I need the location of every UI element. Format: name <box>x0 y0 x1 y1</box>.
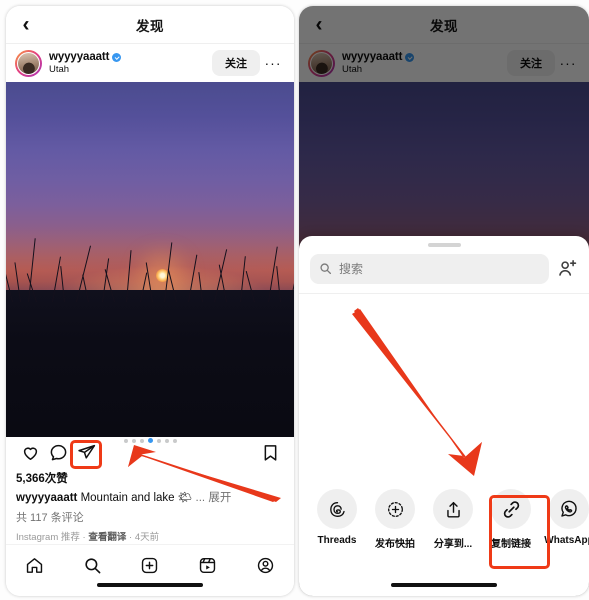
grass-blade <box>167 268 177 302</box>
comment-count-link[interactable]: 共 117 条评论 <box>16 509 284 525</box>
grass-blade <box>6 251 13 302</box>
left-tab-bar <box>6 544 294 596</box>
grass-blade <box>104 269 115 302</box>
link-chain-icon <box>491 489 531 529</box>
tab-create[interactable] <box>133 552 167 578</box>
post-photo[interactable] <box>6 82 294 437</box>
carousel-dot <box>172 438 177 443</box>
grass-blade <box>290 258 294 302</box>
share-story[interactable]: 发布快拍 <box>366 489 424 550</box>
whatsapp-icon <box>549 489 589 529</box>
share-threads[interactable]: Threads <box>308 489 366 546</box>
share-sheet: 搜索 Threads 发布快拍 分享到... 复制链接 WhatsApp <box>299 236 589 596</box>
post-action-row <box>6 437 294 467</box>
tab-profile[interactable] <box>248 552 282 578</box>
tab-search[interactable] <box>75 552 109 578</box>
search-icon <box>320 263 332 275</box>
grass-blade <box>60 266 65 302</box>
post-caption-block: 5,366次赞 wyyyyaaatt Mountain and lake 🌤 .… <box>6 467 294 543</box>
like-count[interactable]: 5,366次赞 <box>16 470 284 486</box>
post-username[interactable]: wyyyyaaatt <box>49 51 109 63</box>
post-location[interactable]: Utah <box>49 64 212 75</box>
caption-text: Mountain and lake 🌤 <box>77 492 196 504</box>
grass-blade <box>218 264 227 302</box>
see-translation-link[interactable]: 查看翻译 <box>88 532 126 543</box>
share-up-icon <box>433 489 473 529</box>
share-to[interactable]: 分享到... <box>424 489 482 550</box>
follow-button[interactable]: 关注 <box>212 50 260 76</box>
sheet-divider <box>299 292 589 294</box>
grass-blade <box>82 274 89 302</box>
grass-blade <box>145 262 153 302</box>
home-indicator-3 <box>391 583 497 587</box>
screenshot-root: ‹ 发现 wyyyyaaatt Utah 关注 ··· 5,366次赞 wyyy… <box>0 0 589 600</box>
grass-blade <box>140 272 148 302</box>
avatar[interactable] <box>15 49 42 77</box>
share-copy-link[interactable]: 复制链接 <box>482 489 540 550</box>
post-source: Instagram 推荐 <box>16 532 80 543</box>
photo-grass-silhouette <box>6 202 294 302</box>
carousel-dot <box>123 438 128 443</box>
grass-blade <box>126 250 132 302</box>
threads-icon <box>317 489 357 529</box>
grass-blade <box>198 272 203 302</box>
tab-reels[interactable] <box>191 552 225 578</box>
search-placeholder: 搜索 <box>339 262 364 276</box>
grass-blade <box>14 262 21 302</box>
caption-username[interactable]: wyyyyaaatt <box>16 492 77 504</box>
post-submeta: Instagram 推荐 · 查看翻译 · 4天前 <box>16 529 284 543</box>
grass-blade <box>245 270 255 302</box>
post-caption: wyyyyaaatt Mountain and lake 🌤 ... 展开 <box>16 489 284 505</box>
search-input[interactable]: 搜索 <box>310 253 549 284</box>
share-whatsapp[interactable]: WhatsApp <box>540 489 589 546</box>
sheet-search-row: 搜索 <box>299 247 589 284</box>
left-nav-bar: ‹ 发现 <box>6 6 294 44</box>
grass-blade <box>188 254 198 302</box>
grass-blade <box>240 256 246 302</box>
add-person-icon[interactable] <box>557 258 578 279</box>
post-timestamp: 4天前 <box>134 532 160 543</box>
grass-blade <box>52 256 61 302</box>
carousel-dot <box>147 438 153 443</box>
verified-badge-icon <box>112 52 122 62</box>
grass-blade <box>28 238 36 302</box>
right-phone-screen: ‹ 发现 wyyyyaaatt Utah 关注 ··· <box>299 6 589 596</box>
post-more-options-icon[interactable]: ··· <box>260 56 286 70</box>
post-header: wyyyyaaatt Utah 关注 ··· <box>6 44 294 82</box>
share-threads-label: Threads <box>317 535 357 546</box>
share-target-row: Threads 发布快拍 分享到... 复制链接 WhatsApp <box>299 489 589 550</box>
grass-blade <box>76 245 92 302</box>
share-copy-link-label: 复制链接 <box>491 539 531 550</box>
carousel-dots <box>6 438 294 443</box>
home-indicator <box>97 583 203 587</box>
caption-expand-link[interactable]: ... 展开 <box>196 492 232 504</box>
carousel-dot <box>139 438 144 443</box>
left-phone-screen: ‹ 发现 wyyyyaaatt Utah 关注 ··· 5,366次赞 wyyy… <box>6 6 294 596</box>
share-whatsapp-label: WhatsApp <box>544 535 589 546</box>
page-title: 发现 <box>136 18 164 34</box>
grass-blade <box>276 266 281 302</box>
share-to-label: 分享到... <box>433 539 473 550</box>
share-story-label: 发布快拍 <box>375 539 415 550</box>
tab-home[interactable] <box>18 552 52 578</box>
post-meta: wyyyyaaatt Utah <box>49 51 212 75</box>
photo-foreground <box>6 290 294 437</box>
carousel-dot <box>131 438 136 443</box>
carousel-dot <box>164 438 169 443</box>
avatar-image <box>17 51 40 75</box>
add-to-story-icon <box>375 489 415 529</box>
carousel-dot <box>156 438 161 443</box>
